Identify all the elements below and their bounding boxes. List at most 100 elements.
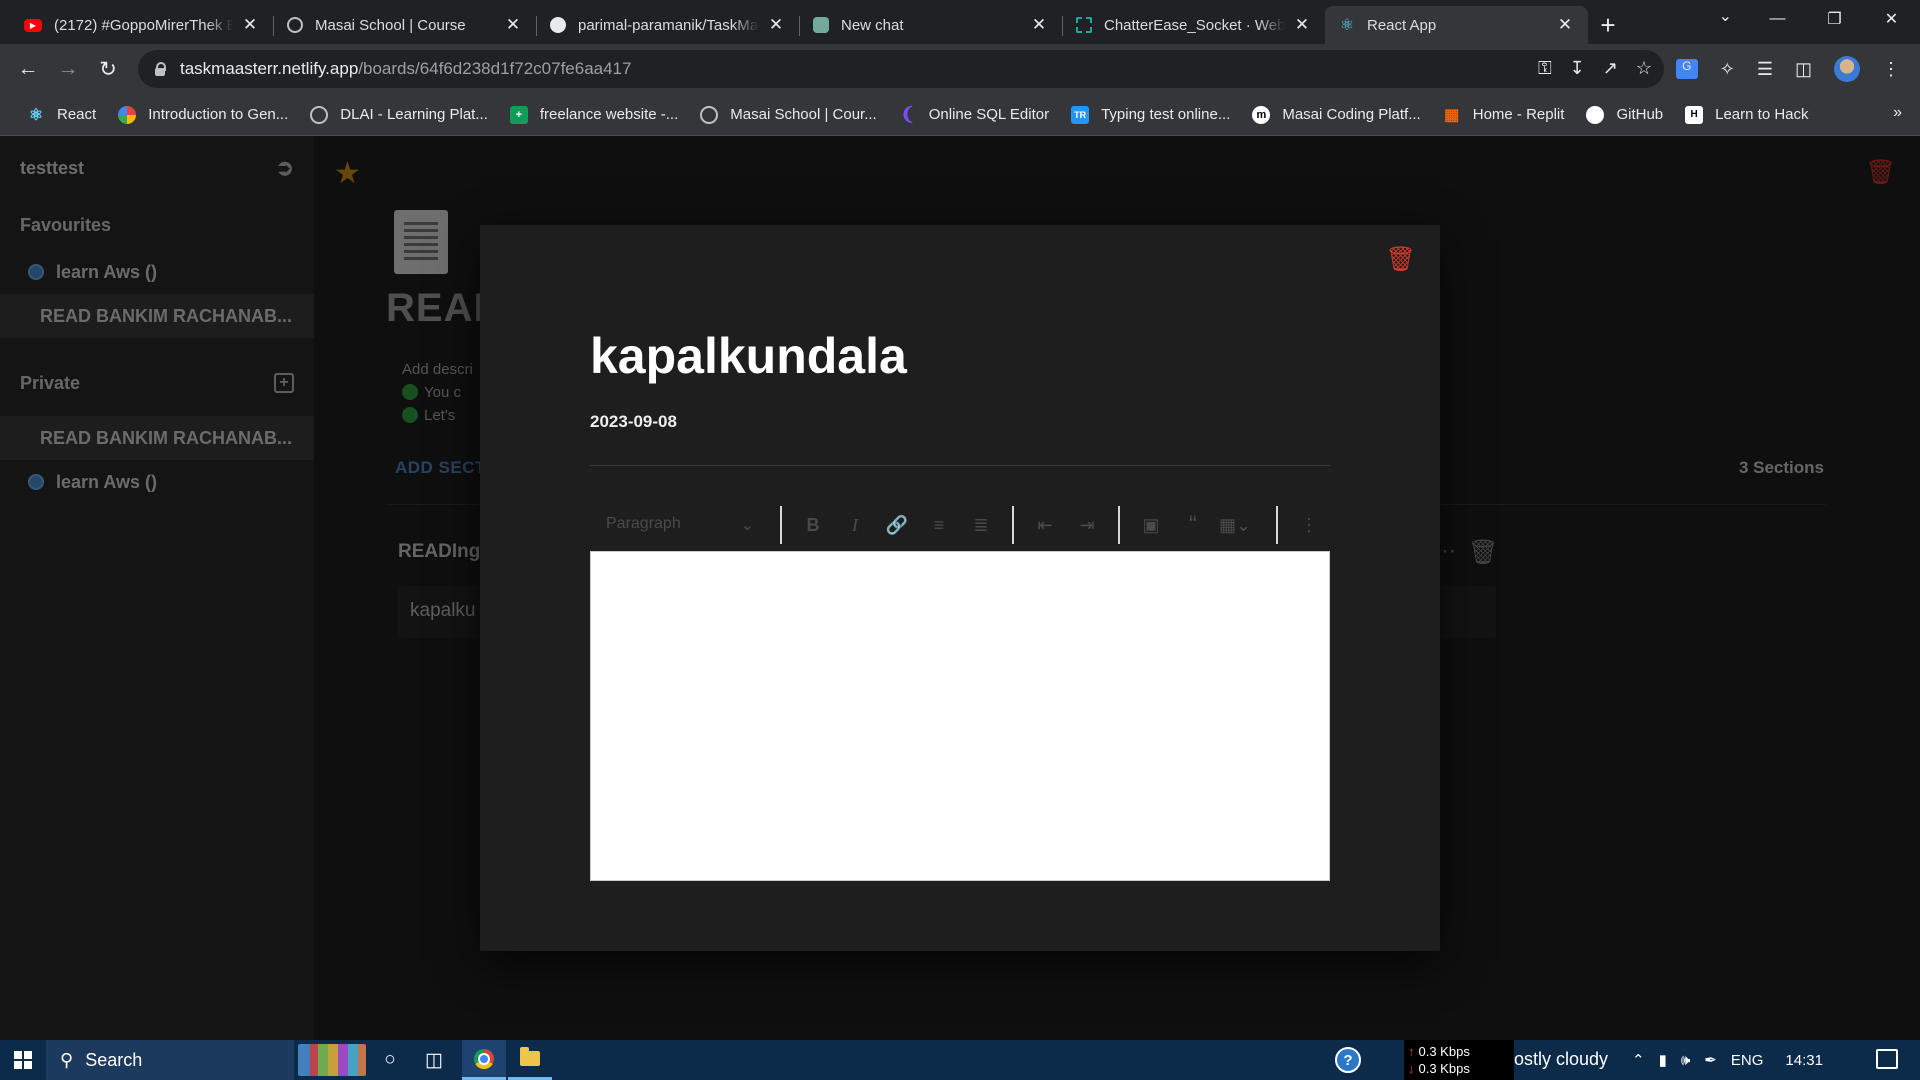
reading-list-icon[interactable]: ☰: [1757, 59, 1773, 80]
net-up-value: 0.3 Kbps: [1418, 1044, 1470, 1059]
search-highlight-icon[interactable]: [298, 1044, 366, 1076]
tab-search-icon[interactable]: ⌄: [1719, 6, 1732, 26]
quote-icon[interactable]: “: [1172, 511, 1214, 539]
rich-text-editor[interactable]: [590, 551, 1330, 881]
task-title-input[interactable]: kapalkundala: [590, 327, 907, 385]
browser-tab[interactable]: ▶ (2172) #GoppoMirerThek Ep ✕: [10, 6, 273, 44]
lock-icon[interactable]: [154, 62, 166, 76]
bookmark-item[interactable]: ▦ Home - Replit: [1434, 106, 1574, 124]
bookmark-item[interactable]: ⚛ React: [18, 106, 105, 124]
close-tab-icon[interactable]: ✕: [241, 15, 259, 35]
link-icon[interactable]: 🔗: [876, 515, 918, 536]
bookmark-star-icon[interactable]: ☆: [1636, 58, 1652, 79]
share-icon[interactable]: ↗: [1603, 58, 1618, 79]
close-tab-icon[interactable]: ✕: [504, 15, 522, 35]
clock[interactable]: 14:31: [1785, 1052, 1823, 1069]
browser-tab[interactable]: New chat ✕: [799, 6, 1062, 44]
italic-icon[interactable]: I: [834, 515, 876, 536]
pen-icon[interactable]: ✒: [1704, 1051, 1717, 1069]
close-window-icon[interactable]: ✕: [1863, 0, 1920, 38]
delete-task-icon[interactable]: 🗑: [1386, 245, 1416, 274]
bookmark-label: React: [57, 106, 97, 123]
chrome-taskbar-button[interactable]: [462, 1040, 506, 1080]
close-tab-icon[interactable]: ✕: [1556, 15, 1574, 35]
bookmark-item[interactable]: m Masai Coding Platf...: [1243, 105, 1429, 124]
network-speed-widget: ↑ 0.3 Kbps ↓ 0.3 Kbps: [1404, 1040, 1514, 1080]
numbered-list-icon[interactable]: ≣: [960, 515, 1002, 536]
bookmark-item[interactable]: GitHub: [1577, 105, 1672, 124]
more-bookmarks-icon[interactable]: »: [1893, 104, 1902, 122]
battery-icon[interactable]: ▮: [1659, 1051, 1667, 1069]
weather-widget[interactable]: ostly cloudy: [1514, 1049, 1608, 1070]
bookmark-item[interactable]: H Learn to Hack: [1676, 105, 1817, 124]
bold-icon[interactable]: B: [792, 515, 834, 536]
translate-icon[interactable]: G: [1675, 59, 1698, 79]
bookmark-item[interactable]: + freelance website -...: [501, 105, 687, 124]
masai-icon: [700, 105, 719, 124]
bookmark-label: Learn to Hack: [1715, 106, 1809, 123]
react-icon: ⚛: [1339, 17, 1355, 34]
globe-icon: [310, 105, 329, 124]
toolbar-separator: [1276, 506, 1278, 544]
codesandbox-icon: [1076, 17, 1092, 33]
task-view-icon[interactable]: ◫: [412, 1040, 456, 1080]
notifications-icon[interactable]: [1876, 1049, 1898, 1069]
cortana-icon[interactable]: ○: [368, 1040, 412, 1080]
google-cloud-icon: [118, 105, 137, 124]
chevron-down-icon: ⌄: [740, 517, 754, 534]
restore-icon[interactable]: ❐: [1806, 0, 1863, 38]
bookmark-item[interactable]: Masai School | Cour...: [691, 105, 885, 124]
language-indicator[interactable]: ENG: [1731, 1052, 1764, 1069]
side-panel-icon[interactable]: ◫: [1795, 59, 1812, 80]
browser-tab[interactable]: parimal-paramanik/TaskMa ✕: [536, 6, 799, 44]
taskbar-search[interactable]: ⚲ Search: [46, 1040, 294, 1080]
key-icon[interactable]: ⚿: [1538, 58, 1552, 79]
help-icon[interactable]: ?: [1335, 1047, 1361, 1073]
forward-icon[interactable]: →: [48, 57, 88, 81]
bookmark-item[interactable]: ❨ Online SQL Editor: [890, 104, 1058, 124]
new-tab-button[interactable]: +: [1588, 6, 1628, 44]
file-explorer-taskbar-button[interactable]: [508, 1040, 552, 1080]
menu-kebab-icon[interactable]: ⋮: [1882, 59, 1900, 80]
sql-icon: ❨: [900, 104, 916, 124]
back-icon[interactable]: ←: [8, 57, 48, 81]
net-down-value: 0.3 Kbps: [1418, 1061, 1470, 1076]
tab-title: (2172) #GoppoMirerThek Ep: [54, 16, 233, 34]
windows-logo-icon: [14, 1051, 32, 1069]
block-format-dropdown[interactable]: Paragraph ⌄: [590, 515, 770, 535]
volume-icon[interactable]: 🕪: [1681, 1052, 1690, 1069]
url-host: taskmaasterr.netlify.app: [180, 59, 359, 78]
window-controls: — ❐ ✕: [1749, 0, 1920, 38]
toolbar-separator: [780, 506, 782, 544]
extensions-puzzle-icon[interactable]: ✧: [1720, 59, 1735, 80]
table-icon[interactable]: ▦⌄: [1214, 515, 1256, 536]
browser-tab-active[interactable]: ⚛ React App ✕: [1325, 6, 1588, 44]
bookmark-item[interactable]: Introduction to Gen...: [109, 105, 297, 124]
show-hidden-icons-icon[interactable]: ⌃: [1632, 1051, 1645, 1069]
github-icon: [1586, 105, 1605, 124]
minimize-icon[interactable]: —: [1749, 0, 1806, 38]
close-tab-icon[interactable]: ✕: [1030, 15, 1048, 35]
more-icon[interactable]: ⋮: [1288, 515, 1330, 536]
bookmark-label: Home - Replit: [1472, 106, 1565, 123]
chatgpt-icon: [813, 17, 829, 33]
system-tray: ⌃ ▮ 🕪 ✒ ENG 14:31: [1632, 1040, 1823, 1080]
install-icon[interactable]: ↧: [1570, 58, 1585, 79]
reload-icon[interactable]: ↻: [88, 57, 128, 82]
browser-tab[interactable]: Masai School | Course ✕: [273, 6, 536, 44]
start-button[interactable]: [0, 1040, 46, 1080]
sheets-icon: +: [509, 105, 528, 124]
profile-avatar[interactable]: [1834, 56, 1860, 82]
bulleted-list-icon[interactable]: ≡: [918, 515, 960, 536]
bookmark-item[interactable]: TR Typing test online...: [1062, 105, 1239, 124]
browser-tab[interactable]: ChatterEase_Socket · Web ✕: [1062, 6, 1325, 44]
address-bar[interactable]: taskmaasterr.netlify.app/boards/64f6d238…: [138, 50, 1664, 88]
outdent-icon[interactable]: ⇤: [1024, 515, 1066, 536]
image-icon[interactable]: ▣: [1130, 515, 1172, 536]
folder-icon: [520, 1047, 540, 1066]
indent-icon[interactable]: ⇥: [1066, 515, 1108, 536]
task-modal: 🗑 kapalkundala 2023-09-08 Paragraph ⌄ B …: [480, 225, 1440, 951]
close-tab-icon[interactable]: ✕: [767, 15, 785, 35]
close-tab-icon[interactable]: ✕: [1293, 15, 1311, 35]
bookmark-item[interactable]: DLAI - Learning Plat...: [301, 105, 497, 124]
